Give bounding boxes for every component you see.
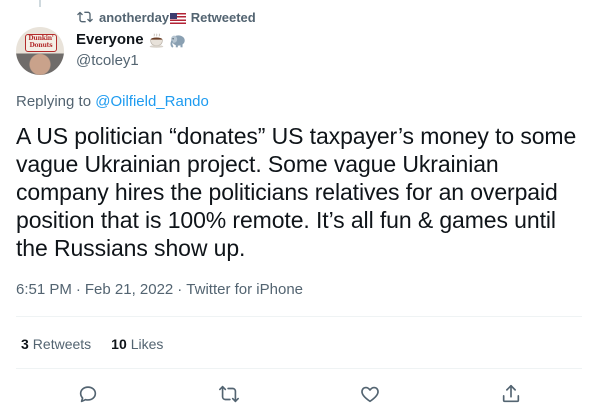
- engagement-stats: 3 Retweets 10 Likes: [21, 336, 163, 352]
- retweet-icon: [219, 385, 239, 403]
- tweet-time[interactable]: 6:51 PM: [16, 281, 72, 298]
- like-button[interactable]: [359, 383, 381, 405]
- meta-separator: ·: [177, 281, 183, 298]
- retweets-count: 3: [21, 336, 29, 352]
- like-icon: [361, 386, 379, 403]
- replying-prefix: Replying to: [16, 93, 92, 110]
- author-display-name[interactable]: Everyone: [76, 30, 144, 50]
- elephant-icon: [170, 34, 185, 47]
- retweet-button[interactable]: [218, 383, 240, 405]
- action-bar: [0, 380, 598, 408]
- author-handle[interactable]: @tcoley1: [76, 51, 186, 71]
- replying-to: Replying to @Oilfield_Rando: [16, 93, 209, 110]
- retweet-context[interactable]: anotherday Retweeted: [77, 8, 256, 26]
- tweet-date[interactable]: Feb 21, 2022: [85, 281, 173, 298]
- share-button[interactable]: [500, 383, 522, 405]
- retweets-label: Retweets: [32, 336, 92, 352]
- tweet-meta: 6:51 PM · Feb 21, 2022 · Twitter for iPh…: [16, 281, 303, 298]
- divider: [16, 316, 582, 317]
- reply-button[interactable]: [77, 383, 99, 405]
- tweet-text: A US politician “donates” US taxpayer’s …: [16, 123, 577, 261]
- likes-count: 10: [111, 336, 127, 352]
- retweeter-name[interactable]: anotherday: [99, 10, 169, 25]
- share-icon: [502, 384, 520, 403]
- us-flag-icon: [170, 12, 187, 24]
- divider: [16, 368, 582, 369]
- avatar[interactable]: Dunkin' Donuts: [16, 27, 64, 75]
- replying-to-link[interactable]: @Oilfield_Rando: [95, 93, 209, 110]
- retweets-stat[interactable]: 3 Retweets: [21, 336, 91, 352]
- avatar-sign: Dunkin' Donuts: [25, 34, 57, 52]
- meta-separator: ·: [75, 281, 81, 298]
- thread-connector-line: [39, 0, 41, 7]
- coffee-icon: [149, 32, 163, 48]
- tweet-source[interactable]: Twitter for iPhone: [186, 281, 303, 298]
- retweeted-label: Retweeted: [190, 9, 256, 25]
- retweet-icon: [77, 11, 93, 23]
- author-block[interactable]: Everyone @tcoley1: [76, 30, 186, 71]
- reply-icon: [79, 386, 97, 403]
- likes-label: Likes: [130, 336, 164, 352]
- likes-stat[interactable]: 10 Likes: [111, 336, 163, 352]
